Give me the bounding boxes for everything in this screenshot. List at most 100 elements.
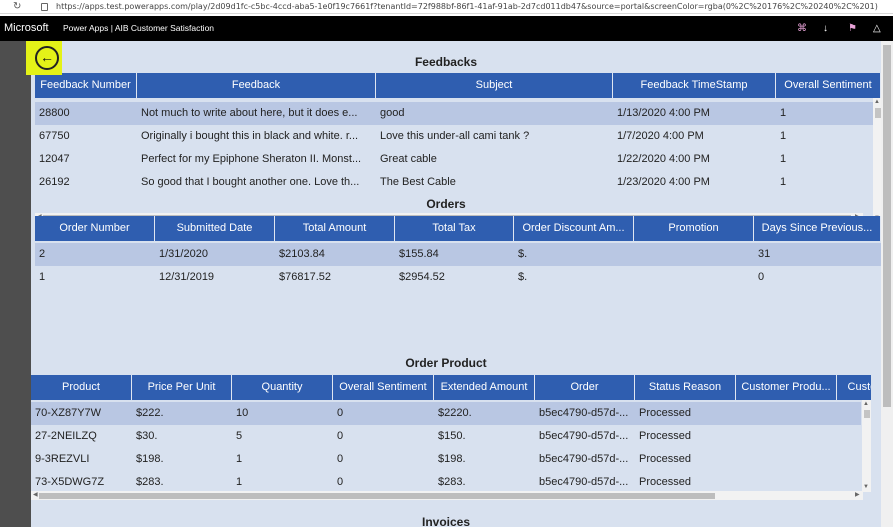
table-cell: 1/31/2020 bbox=[159, 248, 208, 260]
vertical-scrollbar-thumb[interactable] bbox=[864, 410, 870, 418]
table-row[interactable]: 70-XZ87Y7W $222. 10 0 $2220. b5ec4790-d57d-..… bbox=[31, 402, 861, 425]
table-cell bbox=[736, 402, 837, 425]
page-scrollbar-thumb[interactable] bbox=[883, 45, 891, 407]
table-cell: The Best Cable bbox=[380, 176, 456, 188]
back-button[interactable]: ← bbox=[26, 41, 62, 75]
app-canvas: Feedbacks Feedback Number Feedback Subject… bbox=[31, 41, 881, 527]
orders-title: Orders bbox=[426, 197, 466, 211]
table-cell: $155.84 bbox=[399, 248, 439, 260]
column-header[interactable]: Quantity bbox=[232, 375, 333, 400]
table-cell: 70-XZ87Y7W bbox=[35, 407, 102, 419]
table-cell bbox=[736, 425, 837, 448]
table-cell: 1/23/2020 4:00 PM bbox=[617, 176, 710, 188]
table-cell: 1 bbox=[236, 453, 243, 465]
table-cell: 0 bbox=[758, 271, 765, 283]
flag-icon[interactable]: ⚑ bbox=[848, 16, 857, 41]
table-cell: $198. bbox=[438, 453, 466, 465]
scroll-left-icon[interactable]: ◀ bbox=[33, 491, 38, 500]
feedbacks-title: Feedbacks bbox=[414, 55, 478, 69]
table-cell bbox=[634, 243, 754, 266]
column-header[interactable]: Customer Produ... bbox=[736, 375, 837, 400]
column-header[interactable]: Product bbox=[31, 375, 132, 400]
invoices-title: Invoices bbox=[421, 515, 471, 527]
column-header[interactable]: Order Discount Am... bbox=[514, 216, 634, 241]
horizontal-scrollbar-thumb[interactable] bbox=[39, 493, 715, 499]
column-header[interactable]: Extended Amount bbox=[434, 375, 535, 400]
table-cell: 67750 bbox=[39, 130, 70, 142]
column-header[interactable]: Total Amount bbox=[275, 216, 395, 241]
brand-label[interactable]: Microsoft bbox=[4, 16, 49, 41]
column-header[interactable]: Subject bbox=[376, 73, 613, 98]
table-row[interactable]: 28800 Not much to write about here, but i… bbox=[35, 102, 873, 125]
browser-address-bar: ↻ https://apps.test.powerapps.com/play/2… bbox=[0, 0, 893, 14]
table-cell: 2 bbox=[39, 248, 46, 260]
column-header[interactable]: Status Reason bbox=[635, 375, 736, 400]
table-row[interactable]: 2 1/31/2020 $2103.84 $155.84 $. 31 bbox=[35, 243, 881, 266]
download-icon[interactable]: ↓ bbox=[823, 16, 828, 41]
url-text[interactable]: https://apps.test.powerapps.com/play/2d0… bbox=[56, 0, 878, 14]
reload-icon[interactable]: ↻ bbox=[13, 0, 21, 14]
table-cell: 1 bbox=[780, 107, 787, 119]
table-cell: $. bbox=[518, 271, 528, 283]
horizontal-scrollbar[interactable]: ◀▶ bbox=[31, 491, 863, 500]
table-cell: 1/22/2020 4:00 PM bbox=[617, 153, 710, 165]
table-row[interactable]: 27-2NEILZQ $30. 5 0 $150. b5ec4790-d57d-... Pr… bbox=[31, 425, 861, 448]
column-header[interactable]: Days Since Previous... bbox=[754, 216, 881, 241]
orders-header-row: Order Number Submitted Date Total Amount To… bbox=[35, 216, 881, 241]
table-cell: 9-3REZVLI bbox=[35, 453, 90, 465]
table-row[interactable]: 1 12/31/2019 $76817.52 $2954.52 $. 0 bbox=[35, 266, 881, 289]
column-header[interactable]: Order Number bbox=[35, 216, 155, 241]
table-cell: good bbox=[380, 107, 405, 119]
orders-grid[interactable]: Order Number Submitted Date Total Amount To… bbox=[35, 216, 881, 291]
table-cell: 1/13/2020 4:00 PM bbox=[617, 107, 710, 119]
page-scrollbar[interactable] bbox=[881, 41, 893, 527]
column-header[interactable]: Feedback bbox=[137, 73, 376, 98]
table-cell: 1 bbox=[39, 271, 46, 283]
column-header[interactable]: Price Per Unit bbox=[132, 375, 232, 400]
table-cell: 0 bbox=[337, 407, 344, 419]
order-product-header-row: Product Price Per Unit Quantity Overall Sen… bbox=[31, 375, 871, 400]
notification-icon[interactable]: △ bbox=[873, 16, 881, 41]
table-cell: b5ec4790-d57d-... bbox=[539, 453, 629, 465]
column-header[interactable]: Overall Sentiment bbox=[776, 73, 881, 98]
table-cell: 31 bbox=[758, 248, 771, 260]
app-header: Microsoft Power Apps | AIB Customer Sati… bbox=[0, 16, 893, 41]
column-header[interactable]: Order bbox=[535, 375, 635, 400]
table-cell: Processed bbox=[639, 407, 691, 419]
table-cell: Processed bbox=[639, 453, 691, 465]
table-cell: 12/31/2019 bbox=[159, 271, 215, 283]
table-row[interactable]: 26192 So good that I bought another one. … bbox=[35, 171, 873, 194]
table-cell: Originally i bought this in black and wh… bbox=[141, 130, 359, 142]
table-cell: $150. bbox=[438, 430, 466, 442]
vertical-scrollbar[interactable]: ▲▼ bbox=[873, 98, 881, 223]
left-gutter bbox=[0, 41, 31, 527]
table-cell: $198. bbox=[136, 453, 164, 465]
table-row[interactable]: 9-3REZVLI $198. 1 0 $198. b5ec4790-d57d-... Pr… bbox=[31, 448, 861, 471]
column-header[interactable]: Submitted Date bbox=[155, 216, 275, 241]
table-cell bbox=[736, 448, 837, 471]
table-cell: 5 bbox=[236, 430, 243, 442]
scroll-up-icon[interactable]: ▲ bbox=[863, 400, 869, 408]
vertical-scrollbar[interactable]: ▲▼ bbox=[862, 400, 871, 492]
column-header[interactable]: Feedback TimeStamp bbox=[613, 73, 776, 98]
order-product-grid[interactable]: Product Price Per Unit Quantity Overall Sen… bbox=[31, 375, 871, 501]
feedbacks-header-row: Feedback Number Feedback Subject Feedback T… bbox=[35, 73, 881, 98]
table-row[interactable]: 12047 Perfect for my Epiphone Sheraton II… bbox=[35, 148, 873, 171]
column-header[interactable]: Feedback Number bbox=[35, 73, 137, 98]
column-header[interactable]: Total Tax bbox=[395, 216, 514, 241]
table-row[interactable]: 67750 Originally i bought this in black a… bbox=[35, 125, 873, 148]
scroll-right-icon[interactable]: ▶ bbox=[855, 491, 860, 500]
scroll-up-icon[interactable]: ▲ bbox=[874, 98, 880, 106]
table-cell: $76817.52 bbox=[279, 271, 331, 283]
table-cell: 1/7/2020 4:00 PM bbox=[617, 130, 704, 142]
table-cell: $30. bbox=[136, 430, 158, 442]
table-cell: So good that I bought another one. Love … bbox=[141, 176, 360, 188]
column-header[interactable]: Promotion bbox=[634, 216, 754, 241]
scroll-down-icon[interactable]: ▼ bbox=[863, 483, 869, 491]
table-cell: 1 bbox=[780, 176, 787, 188]
table-cell: Great cable bbox=[380, 153, 437, 165]
settings-icon[interactable]: ⌘ bbox=[797, 16, 807, 41]
column-header[interactable]: Overall Sentiment bbox=[333, 375, 434, 400]
table-cell: $2103.84 bbox=[279, 248, 325, 260]
column-header[interactable]: Custom bbox=[837, 375, 871, 400]
